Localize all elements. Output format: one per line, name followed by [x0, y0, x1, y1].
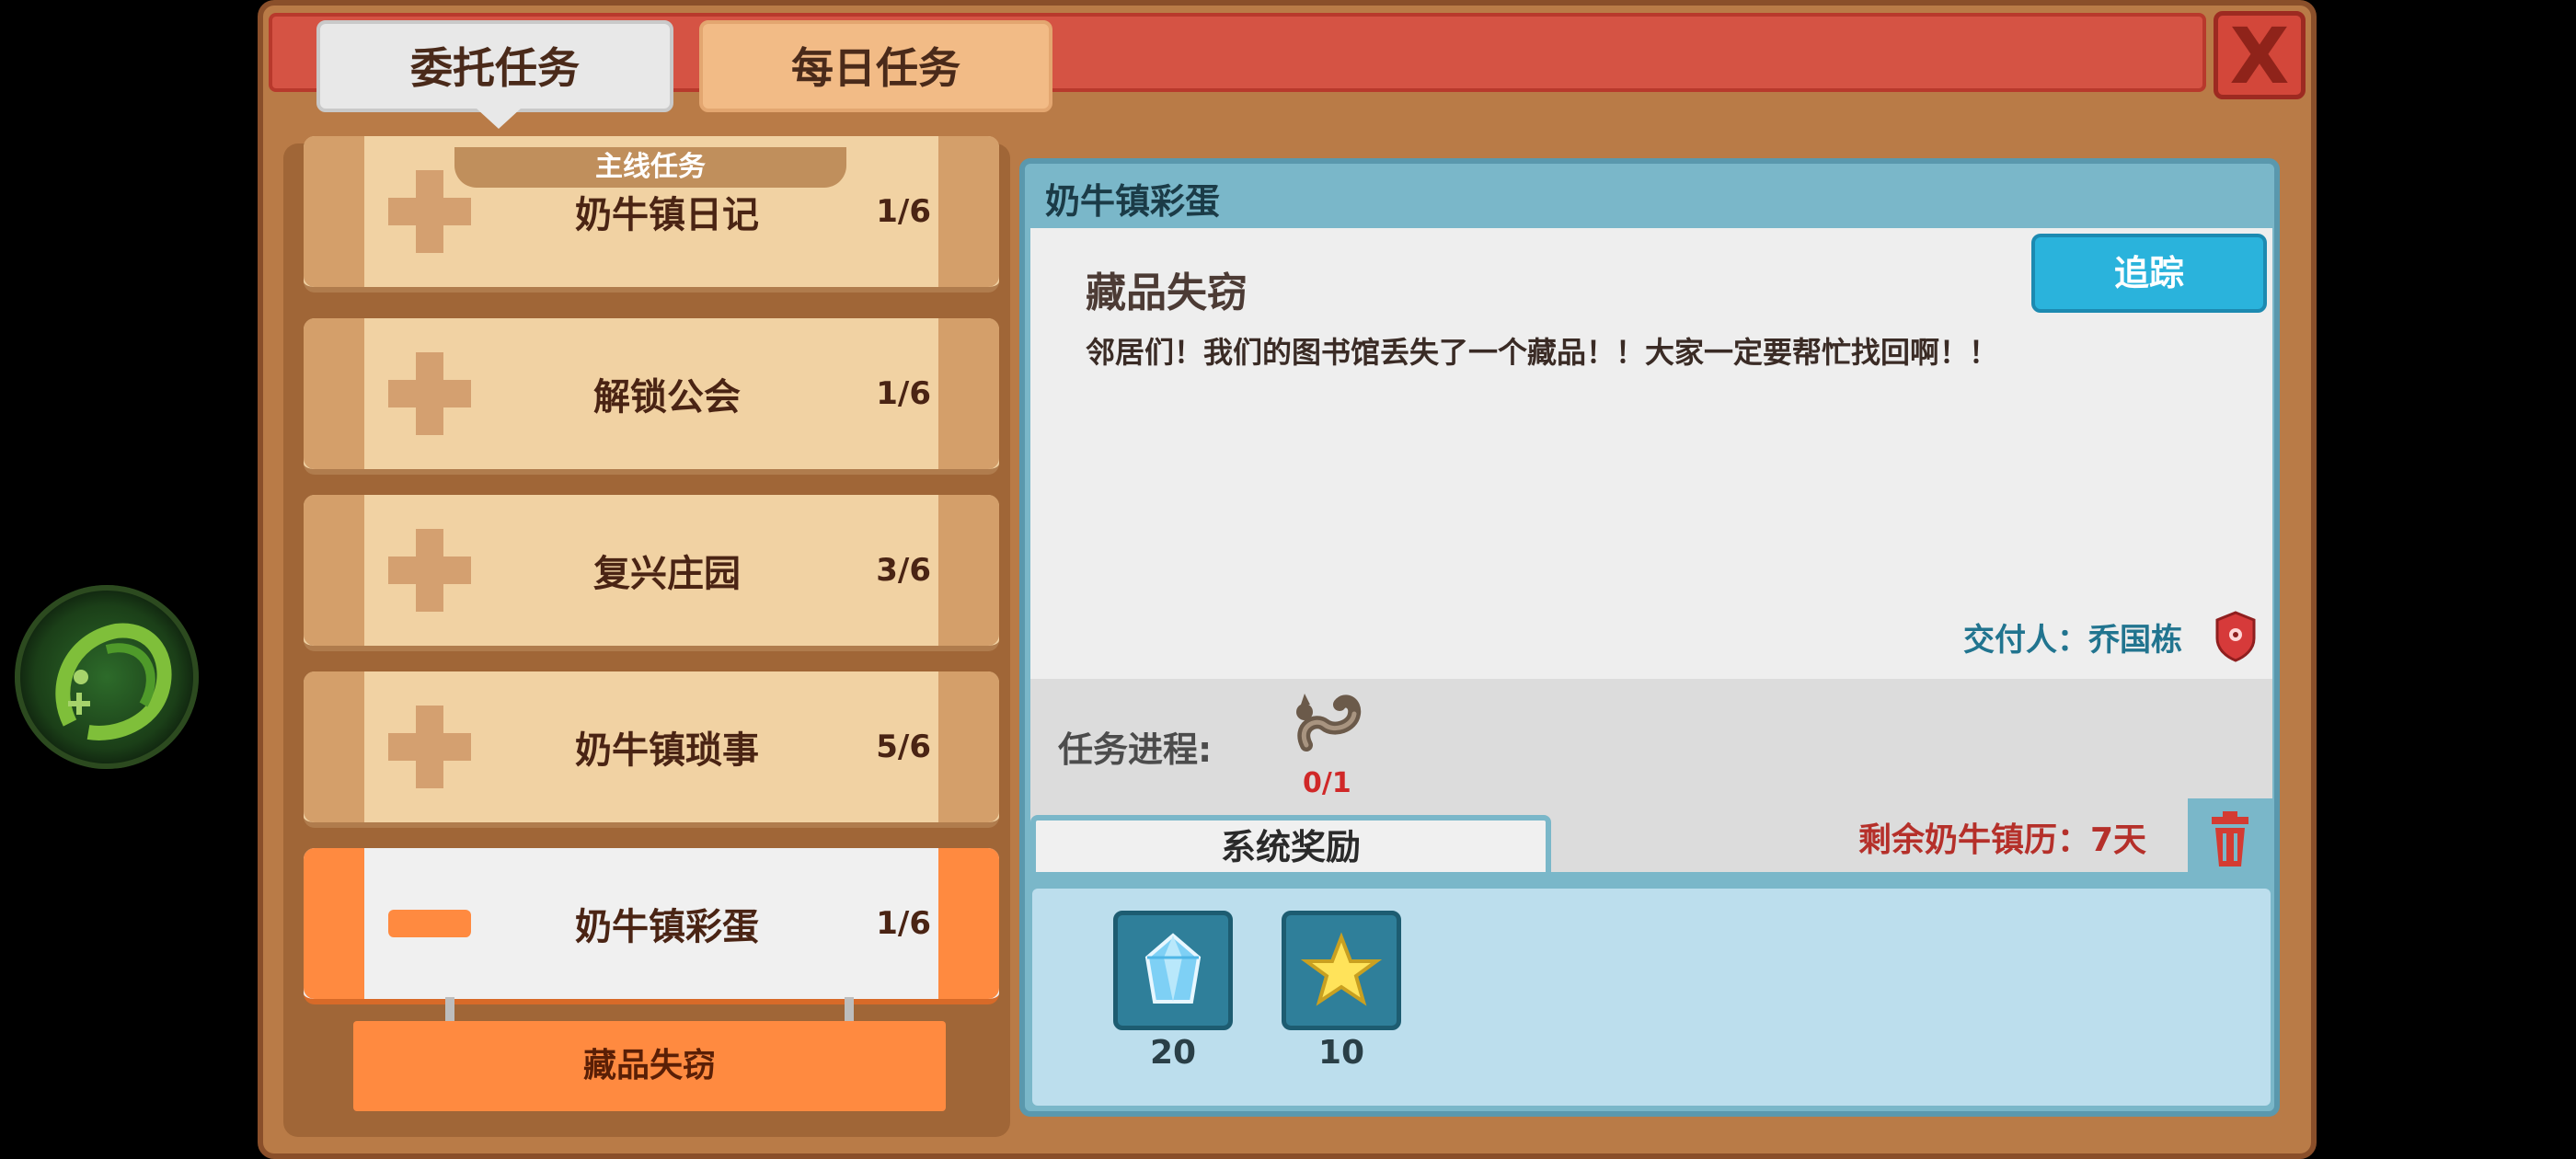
- detail-header: 奶牛镇彩蛋: [1045, 181, 1221, 222]
- reward-amount: 10: [1317, 1034, 1365, 1072]
- quest-group-item[interactable]: 解锁公会 1/6: [304, 318, 999, 475]
- close-icon: X: [2229, 11, 2290, 101]
- quest-description: 邻居们！我们的图书馆丢失了一个藏品！！大家一定要帮忙找回啊！！: [1086, 335, 1999, 370]
- track-button[interactable]: 追踪: [2031, 234, 2267, 313]
- quest-group-count: 1/6: [876, 375, 931, 412]
- reward-amount: 20: [1149, 1034, 1197, 1072]
- quest-group-count: 1/6: [876, 905, 931, 942]
- quest-group-name: 解锁公会: [593, 376, 741, 419]
- delete-quest-button[interactable]: [2188, 798, 2272, 879]
- quest-title: 藏品失窃: [1086, 270, 1248, 316]
- quest-group-item-selected[interactable]: 奶牛镇彩蛋 1/6: [304, 848, 999, 1004]
- quest-giver: 交付人：乔国栋: [1963, 622, 2182, 659]
- assistant-orb-button[interactable]: [15, 585, 199, 769]
- progress-count: 0/1: [1303, 767, 1351, 799]
- expand-plus-icon: [388, 529, 471, 612]
- expand-plus-icon: [388, 352, 471, 435]
- quest-group-count: 5/6: [876, 729, 931, 765]
- quest-group-count: 1/6: [876, 193, 931, 230]
- quest-group-name: 复兴庄园: [593, 553, 741, 595]
- tab-commission[interactable]: 委托任务: [316, 20, 673, 129]
- quest-group-item[interactable]: 复兴庄园 3/6: [304, 495, 999, 651]
- trash-icon: [2212, 811, 2248, 866]
- map-pin-icon[interactable]: [2214, 611, 2258, 666]
- game-controller-icon: [55, 623, 172, 740]
- collapse-minus-icon: [388, 910, 471, 937]
- star-icon: [1300, 932, 1383, 1006]
- progress-label: 任务进程:: [1058, 729, 1213, 770]
- remaining-days: 剩余奶牛镇历：7天: [1858, 821, 2147, 859]
- expand-plus-icon: [388, 170, 471, 253]
- crystal-icon: [1144, 933, 1202, 1004]
- reward-slot[interactable]: [1113, 911, 1233, 1030]
- tab-system-rewards[interactable]: 系统奖励: [1030, 815, 1551, 878]
- quest-group-name: 奶牛镇彩蛋: [575, 906, 759, 948]
- reward-slot[interactable]: [1282, 911, 1401, 1030]
- expand-plus-icon: [388, 706, 471, 788]
- close-button[interactable]: X: [2214, 11, 2306, 101]
- section-label: 主线任务: [454, 147, 846, 188]
- quest-group-item[interactable]: 奶牛镇琐事 5/6: [304, 671, 999, 828]
- tab-daily[interactable]: 每日任务: [699, 20, 1052, 112]
- quest-group-name: 奶牛镇琐事: [575, 729, 759, 772]
- quest-group-count: 3/6: [876, 552, 931, 589]
- collectible-item-icon: [1288, 681, 1371, 767]
- sub-quest-item[interactable]: 藏品失窃: [353, 1021, 946, 1111]
